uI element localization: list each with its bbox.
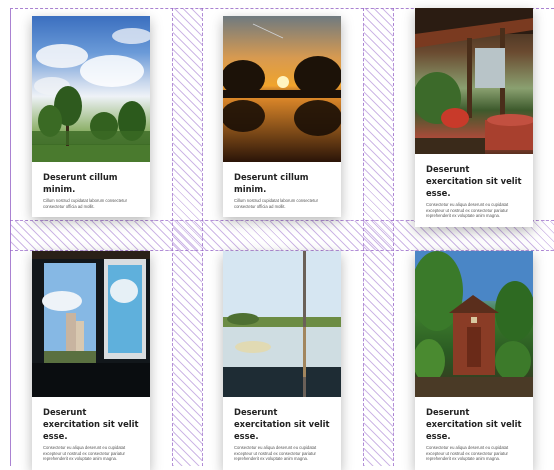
garden-shed-photo	[415, 251, 533, 397]
card[interactable]: Deserunt exercitation sit velit esse. Co…	[415, 251, 533, 470]
card-text: Consectetur eu aliqua deserunt eu cupida…	[234, 445, 317, 462]
card[interactable]: Deserunt exercitation sit velit esse. Co…	[32, 251, 150, 470]
card-title: Deserunt cillum minim.	[234, 172, 309, 194]
column-gap-1	[172, 8, 203, 466]
cloudy-sky-trees-photo	[32, 16, 150, 162]
card[interactable]: Deserunt exercitation sit velit esse. Co…	[223, 251, 341, 470]
card[interactable]: Deserunt cillum minim. Cillum nostrud cu…	[223, 16, 341, 218]
card-title: Deserunt exercitation sit velit esse.	[426, 407, 522, 441]
card-text: Cillum nostrud cupidatat laborum consect…	[43, 198, 128, 209]
card[interactable]: Deserunt cillum minim. Cillum nostrud cu…	[32, 16, 150, 218]
card-text: Consectetur eu aliqua deserunt eu cupida…	[43, 445, 126, 462]
card-title: Deserunt cillum minim.	[43, 172, 118, 194]
card-title: Deserunt exercitation sit velit esse.	[426, 164, 522, 198]
sunset-lake-photo	[223, 16, 341, 162]
card-title: Deserunt exercitation sit velit esse.	[234, 407, 330, 441]
card-text: Consectetur eu aliqua deserunt eu cupida…	[426, 445, 509, 462]
card[interactable]: Deserunt exercitation sit velit esse. Co…	[415, 8, 533, 227]
lake-reflection-photo	[223, 251, 341, 397]
card-text: Consectetur eu aliqua deserunt eu cupida…	[426, 202, 509, 219]
open-window-photo	[32, 251, 150, 397]
card-title: Deserunt exercitation sit velit esse.	[43, 407, 139, 441]
garden-terrace-photo	[415, 8, 533, 154]
card-text: Cillum nostrud cupidatat laborum consect…	[234, 198, 319, 209]
column-gap-2	[363, 8, 394, 466]
